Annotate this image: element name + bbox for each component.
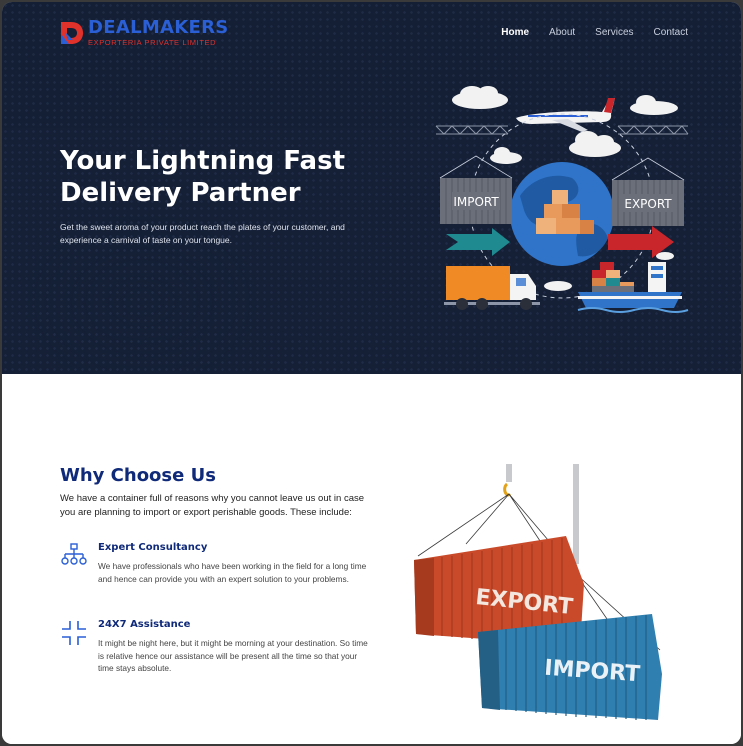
- feature-title: 24X7 Assistance: [98, 619, 191, 630]
- page-frame: DEALMAKERS EXPORTERIA PRIVATE LIMITED Ho…: [2, 2, 741, 744]
- nav-item-contact[interactable]: Contact: [654, 27, 688, 38]
- nav-item-home[interactable]: Home: [501, 27, 529, 38]
- dealmakers-logo-icon: [61, 21, 83, 44]
- shipping-containers-image: EXPORT IMPORT: [414, 464, 662, 720]
- brand-name: DEALMAKERS: [88, 17, 229, 38]
- feature-24x7-assistance: 24X7 Assistance It might be night here, …: [60, 619, 370, 679]
- hero-title: Your Lightning Fast Delivery Partner: [60, 145, 380, 209]
- nav-item-services[interactable]: Services: [595, 27, 633, 38]
- logo[interactable]: DEALMAKERS EXPORTERIA PRIVATE LIMITED: [59, 19, 229, 47]
- brand-tagline: EXPORTERIA PRIVATE LIMITED: [88, 38, 217, 47]
- feature-expert-consultancy: Expert Consultancy We have professionals…: [60, 542, 370, 602]
- hero-title-line1: Your Lightning Fast: [60, 146, 345, 176]
- why-choose-us-section: Why Choose Us We have a container full o…: [2, 374, 741, 744]
- import-arrow-icon: [446, 228, 510, 256]
- hero-title-line2: Delivery Partner: [60, 178, 301, 208]
- logistics-illustration: IMPORT EXPORT: [435, 86, 689, 313]
- cargo-ship-icon: [577, 262, 689, 313]
- nav-item-about[interactable]: About: [549, 27, 575, 38]
- why-title: Why Choose Us: [60, 465, 216, 486]
- hero-section: DEALMAKERS EXPORTERIA PRIVATE LIMITED Ho…: [2, 2, 741, 374]
- export-container-label: EXPORT: [624, 197, 672, 211]
- import-container: IMPORT: [478, 614, 662, 720]
- clock-corners-icon: [62, 621, 86, 645]
- network-icon: [61, 543, 87, 565]
- truck-icon: [444, 266, 540, 310]
- feature-description: We have professionals who have been work…: [98, 561, 367, 584]
- import-container-label: IMPORT: [453, 195, 499, 209]
- feature-description: It might be night here, but it might be …: [98, 638, 368, 673]
- main-nav: Home About Services Contact: [481, 27, 688, 38]
- feature-title: Expert Consultancy: [98, 542, 208, 553]
- why-intro: We have a container full of reasons why …: [60, 493, 365, 518]
- hero-description: Get the sweet aroma of your product reac…: [60, 222, 345, 245]
- airplane-icon: [516, 98, 615, 132]
